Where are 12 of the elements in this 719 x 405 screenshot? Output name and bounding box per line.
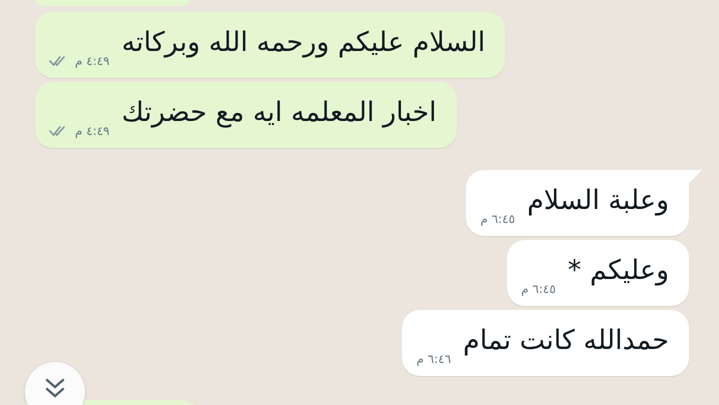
message-text: حمدالله كانت تمام — [463, 324, 669, 358]
scroll-down-button[interactable] — [25, 362, 85, 405]
message-text: وعليكم * — [568, 254, 669, 288]
message-text: اخبار المعلمه ايه مع حضرتك — [122, 96, 437, 130]
message-text: السلام عليكم ورحمه الله وبركاته — [122, 26, 486, 60]
message-time: ٦:٤٦ م — [416, 352, 452, 366]
message-time: ٤:٤٩ م — [75, 124, 110, 138]
double-chevron-down-icon — [44, 376, 66, 400]
message-time: ٦:٤٥ م — [521, 282, 556, 296]
message-time: ٤:٤٩ م — [75, 54, 110, 68]
message-time: ٦:٤٥ م — [480, 212, 516, 226]
message-text: وعلبة السلام — [527, 184, 669, 218]
